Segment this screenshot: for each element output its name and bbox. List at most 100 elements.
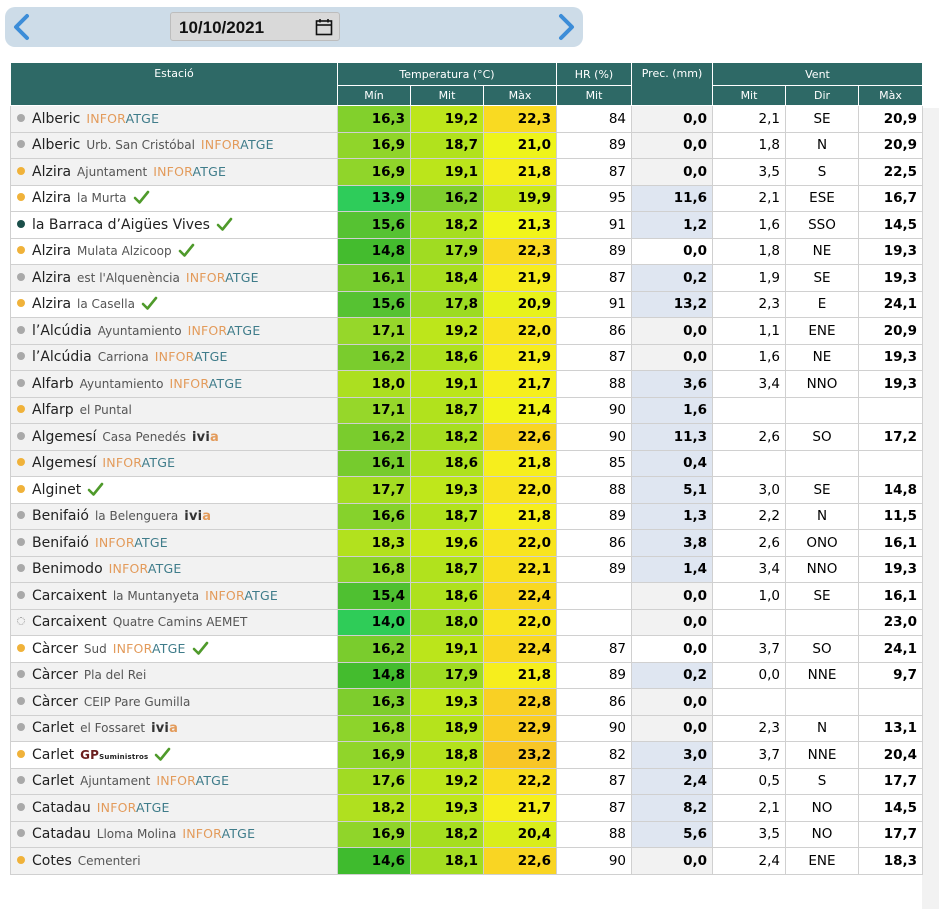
station-cell[interactable]: Cotes Cementeri	[10, 847, 338, 875]
station-cell[interactable]: l’Alcúdia Ayuntamiento INFORATGE	[10, 317, 338, 345]
header-humidity-mid[interactable]: Mit	[556, 85, 632, 106]
station-name[interactable]: Benifaió	[32, 508, 89, 524]
station-cell[interactable]: Càrcer Pla del Rei	[10, 661, 338, 689]
station-cell[interactable]: Alfarb Ayuntamiento INFORATGE	[10, 370, 338, 398]
header-temp-mid[interactable]: Mit	[410, 85, 484, 106]
table-row[interactable]: Alberic INFORATGE 16,3 19,2 22,3 84 0,0 2,1 SE 20…	[10, 105, 923, 133]
station-cell[interactable]: l’Alcúdia Carriona INFORATGE	[10, 343, 338, 371]
station-cell[interactable]: Catadau INFORATGE	[10, 794, 338, 822]
station-cell[interactable]: Alfarp el Puntal	[10, 396, 338, 424]
header-wind-dir[interactable]: Dir	[785, 85, 859, 106]
calendar-icon[interactable]	[315, 18, 333, 36]
station-name[interactable]: Alzira	[32, 190, 71, 206]
station-name[interactable]: Alzira	[32, 164, 71, 180]
table-row[interactable]: Benimodo INFORATGE 16,8 18,7 22,1 89 1,4 3,4 NNO…	[10, 555, 923, 583]
table-row[interactable]: Alzira est l'Alquenència INFORATGE 16,1 18,4…	[10, 264, 923, 292]
station-name[interactable]: Alfarp	[32, 402, 74, 418]
station-name[interactable]: Carcaixent	[32, 588, 107, 604]
station-cell[interactable]: Benifaió la Belenguera ivia	[10, 502, 338, 530]
station-name[interactable]: Alzira	[32, 270, 71, 286]
table-row[interactable]: Catadau Lloma Molina INFORATGE 16,9 18,2 20,4…	[10, 820, 923, 848]
table-row[interactable]: Alfarp el Puntal 17,1 18,7 21,4 90 1,6	[10, 396, 923, 424]
station-cell[interactable]: Benifaió INFORATGE	[10, 529, 338, 557]
station-name[interactable]: Alzira	[32, 243, 71, 259]
station-name[interactable]: Benifaió	[32, 535, 89, 551]
station-cell[interactable]: Carlet GPSuministros	[10, 741, 338, 769]
table-row[interactable]: Alzira la Casella 15,6 17,8 20,9 91 13,2 2,3 E 24…	[10, 290, 923, 318]
table-row[interactable]: Càrcer Sud INFORATGE 16,2 19,1 22,4 87 0,0 3,7 SO…	[10, 635, 923, 663]
station-name[interactable]: Cotes	[32, 853, 72, 869]
date-input[interactable]: 10/10/2021	[170, 12, 340, 41]
header-temp-max[interactable]: Màx	[483, 85, 557, 106]
station-cell[interactable]: Benimodo INFORATGE	[10, 555, 338, 583]
station-cell[interactable]: Carlet el Fossaret ivia	[10, 714, 338, 742]
table-row[interactable]: Alfarb Ayuntamiento INFORATGE 18,0 19,1 21,7 8…	[10, 370, 923, 398]
table-row[interactable]: Carlet Ajuntament INFORATGE 17,6 19,2 22,2 87 2…	[10, 767, 923, 795]
station-cell[interactable]: Carcaixent la Muntanyeta INFORATGE	[10, 582, 338, 610]
station-cell[interactable]: Alzira Mulata Alzicoop	[10, 237, 338, 265]
header-temp-min[interactable]: Mín	[337, 85, 411, 106]
table-row[interactable]: Alzira Ajuntament INFORATGE 16,9 19,1 21,8 87 0…	[10, 158, 923, 186]
station-cell[interactable]: Alberic Urb. San Cristóbal INFORATGE	[10, 131, 338, 159]
station-cell[interactable]: Alzira la Murta	[10, 184, 338, 212]
station-cell[interactable]: Alginet	[10, 476, 338, 504]
station-name[interactable]: Benimodo	[32, 561, 103, 577]
table-row[interactable]: la Barraca d’Aigües Vives 15,6 18,2 21,3 91 1…	[10, 211, 923, 239]
previous-day-button[interactable]	[7, 11, 37, 43]
station-cell[interactable]: Alzira la Casella	[10, 290, 338, 318]
station-cell[interactable]: Alberic INFORATGE	[10, 105, 338, 133]
table-row[interactable]: Carcaixent la Muntanyeta INFORATGE 15,4 18,6…	[10, 582, 923, 610]
station-cell[interactable]: Catadau Lloma Molina INFORATGE	[10, 820, 338, 848]
station-name[interactable]: Carlet	[32, 773, 74, 789]
station-cell[interactable]: Alzira Ajuntament INFORATGE	[10, 158, 338, 186]
table-row[interactable]: Benifaió INFORATGE 18,3 19,6 22,0 86 3,8 2,6 ONO…	[10, 529, 923, 557]
station-name[interactable]: Alberic	[32, 137, 80, 153]
station-name[interactable]: Alberic	[32, 111, 80, 127]
station-cell[interactable]: Càrcer CEIP Pare Gumilla	[10, 688, 338, 716]
station-cell[interactable]: Càrcer Sud INFORATGE	[10, 635, 338, 663]
header-wind-mid[interactable]: Mit	[712, 85, 786, 106]
station-name[interactable]: Catadau	[32, 800, 91, 816]
station-name[interactable]: l’Alcúdia	[32, 323, 92, 339]
station-name[interactable]: Alzira	[32, 296, 71, 312]
station-name[interactable]: l’Alcúdia	[32, 349, 92, 365]
station-cell[interactable]: Carcaixent Quatre Camins AEMET	[10, 608, 338, 636]
station-name[interactable]: Carlet	[32, 747, 74, 763]
table-row[interactable]: Algemesí INFORATGE 16,1 18,6 21,8 85 0,4	[10, 449, 923, 477]
table-row[interactable]: Benifaió la Belenguera ivia 16,6 18,7 21,8 89 1…	[10, 502, 923, 530]
table-row[interactable]: l’Alcúdia Carriona INFORATGE 16,2 18,6 21,9 87…	[10, 343, 923, 371]
table-row[interactable]: Algemesí Casa Penedés ivia 16,2 18,2 22,6 90 11…	[10, 423, 923, 451]
station-name[interactable]: Alginet	[32, 482, 81, 498]
table-row[interactable]: Carlet el Fossaret ivia 16,8 18,9 22,9 90 0,0 2,…	[10, 714, 923, 742]
station-name[interactable]: Càrcer	[32, 641, 78, 657]
station-name[interactable]: Carlet	[32, 720, 74, 736]
table-row[interactable]: Alginet 17,7 19,3 22,0 88 5,1 3,0 SE 14,8	[10, 476, 923, 504]
station-cell[interactable]: Carlet Ajuntament INFORATGE	[10, 767, 338, 795]
table-row[interactable]: Alzira la Murta 13,9 16,2 19,9 95 11,6 2,1 ESE 16…	[10, 184, 923, 212]
table-row[interactable]: Càrcer Pla del Rei 14,8 17,9 21,8 89 0,2 0,0 NNE…	[10, 661, 923, 689]
station-cell[interactable]: Algemesí INFORATGE	[10, 449, 338, 477]
next-day-button[interactable]	[551, 11, 581, 43]
table-row[interactable]: Càrcer CEIP Pare Gumilla 16,3 19,3 22,8 86 0,0	[10, 688, 923, 716]
station-name[interactable]: Algemesí	[32, 429, 96, 445]
table-row[interactable]: Carcaixent Quatre Camins AEMET 14,0 18,0 22,…	[10, 608, 923, 636]
table-row[interactable]: Alberic Urb. San Cristóbal INFORATGE 16,9 18…	[10, 131, 923, 159]
station-cell[interactable]: Alzira est l'Alquenència INFORATGE	[10, 264, 338, 292]
station-name[interactable]: Carcaixent	[32, 614, 107, 630]
table-row[interactable]: Catadau INFORATGE 18,2 19,3 21,7 87 8,2 2,1 NO 14…	[10, 794, 923, 822]
table-row[interactable]: Alzira Mulata Alzicoop 14,8 17,9 22,3 89 0,0 1,…	[10, 237, 923, 265]
station-name[interactable]: la Barraca d’Aigües Vives	[32, 217, 210, 233]
table-row[interactable]: l’Alcúdia Ayuntamiento INFORATGE 17,1 19,2 22…	[10, 317, 923, 345]
station-cell[interactable]: Algemesí Casa Penedés ivia	[10, 423, 338, 451]
station-name[interactable]: Catadau	[32, 826, 91, 842]
header-station[interactable]: Estació	[10, 62, 338, 106]
station-cell[interactable]: la Barraca d’Aigües Vives	[10, 211, 338, 239]
table-row[interactable]: Cotes Cementeri 14,6 18,1 22,6 90 0,0 2,4 ENE 18,…	[10, 847, 923, 875]
station-name[interactable]: Algemesí	[32, 455, 96, 471]
station-name[interactable]: Càrcer	[32, 694, 78, 710]
table-row[interactable]: Carlet GPSuministros 16,9 18,8 23,2 82 3,0 3,7 N…	[10, 741, 923, 769]
header-wind-max[interactable]: Màx	[858, 85, 923, 106]
station-name[interactable]: Alfarb	[32, 376, 74, 392]
header-precipitation[interactable]: Prec. (mm)	[631, 62, 713, 106]
station-name[interactable]: Càrcer	[32, 667, 78, 683]
